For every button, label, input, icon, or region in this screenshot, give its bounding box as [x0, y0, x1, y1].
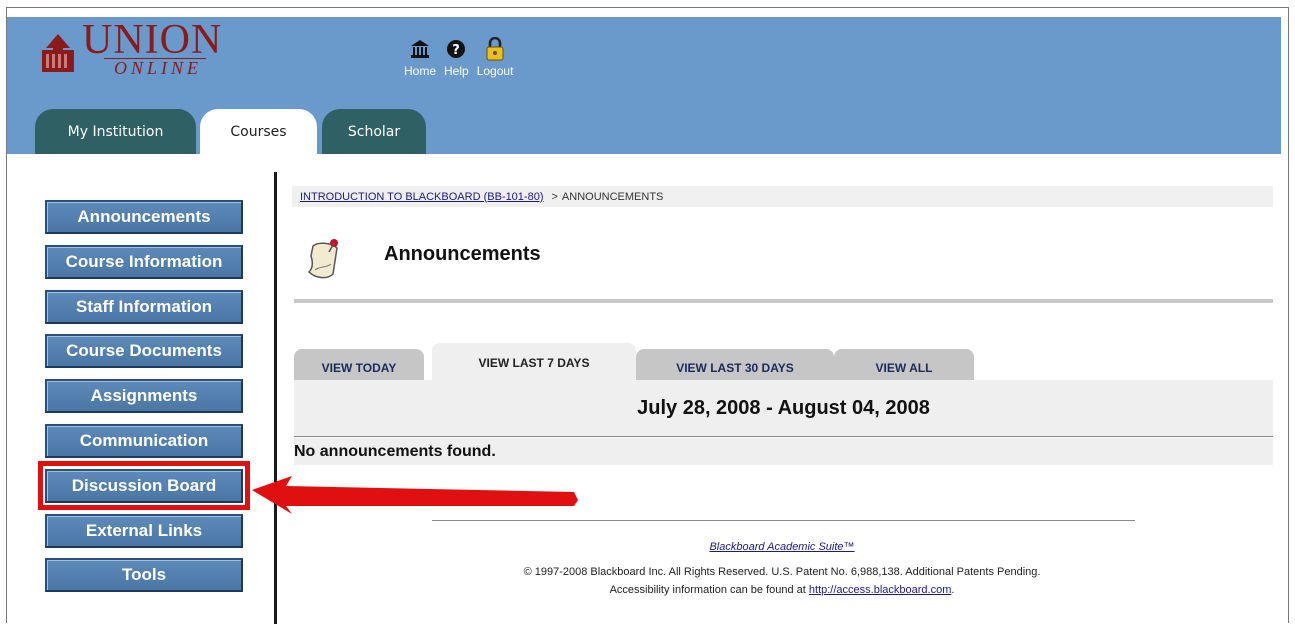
red-arrow-annotation	[252, 476, 578, 514]
footer-copyright: © 1997-2008 Blackboard Inc. All Rights R…	[523, 566, 1041, 578]
nav-announcements-button[interactable]: Announcements	[45, 200, 243, 234]
tab-courses[interactable]: Courses	[200, 109, 317, 154]
logo-online-text: ONLINE	[104, 58, 206, 79]
home-icon	[410, 38, 430, 60]
nav-divider	[274, 172, 277, 624]
home-link[interactable]: Home	[404, 38, 436, 78]
tab-scholar[interactable]: Scholar	[322, 109, 426, 154]
breadcrumb: INTRODUCTION TO BLACKBOARD (BB-101-80) >…	[292, 186, 1273, 207]
svg-text:?: ?	[453, 43, 461, 58]
tab-view-last-30-days[interactable]: VIEW LAST 30 DAYS	[636, 349, 834, 381]
title-divider	[294, 299, 1273, 303]
discussion-board-highlight-box	[38, 461, 250, 510]
top-links: Home ? Help Logout	[404, 37, 514, 78]
tab-view-last-7-days[interactable]: VIEW LAST 7 DAYS	[432, 343, 636, 383]
logo-union-text: UNION	[82, 17, 223, 63]
tab-my-institution[interactable]: My Institution	[35, 109, 196, 154]
tab-view-today[interactable]: VIEW TODAY	[294, 349, 424, 381]
page-title: Announcements	[384, 243, 541, 265]
help-link[interactable]: ? Help	[444, 38, 469, 78]
breadcrumb-separator: >	[551, 190, 558, 203]
lock-icon	[486, 37, 504, 61]
breadcrumb-current: ANNOUNCEMENTS	[561, 190, 664, 203]
suite-link[interactable]: Blackboard Academic Suite™	[709, 541, 854, 553]
help-link-label: Help	[444, 64, 469, 78]
nav-staff-information-button[interactable]: Staff Information	[45, 290, 243, 324]
building-logo-icon	[42, 34, 74, 72]
empty-message: No announcements found.	[294, 438, 1273, 465]
footer-suite: Blackboard Academic Suite™	[0, 541, 1295, 553]
nav-course-information-button[interactable]: Course Information	[45, 245, 243, 279]
tab-view-all[interactable]: VIEW ALL	[834, 349, 974, 381]
accessibility-prefix: Accessibility information can be found a…	[609, 584, 806, 596]
nav-communication-button[interactable]: Communication	[45, 424, 243, 458]
footer-divider	[432, 520, 1135, 521]
nav-assignments-button[interactable]: Assignments	[45, 379, 243, 413]
breadcrumb-course-link[interactable]: INTRODUCTION TO BLACKBOARD (BB-101-80)	[300, 191, 543, 203]
accessibility-suffix: .	[951, 584, 955, 596]
footer-accessibility: Accessibility information can be found a…	[0, 584, 1295, 596]
help-icon: ?	[446, 38, 466, 60]
accessibility-link[interactable]: http://access.blackboard.com	[809, 584, 951, 596]
home-link-label: Home	[404, 64, 437, 78]
logout-link[interactable]: Logout	[476, 37, 514, 78]
logout-link-label: Logout	[476, 64, 514, 78]
nav-course-documents-button[interactable]: Course Documents	[45, 334, 243, 368]
union-online-logo[interactable]: UNION ONLINE	[32, 17, 232, 82]
date-range-header: July 28, 2008 - August 04, 2008	[294, 380, 1273, 437]
announcement-scroll-icon	[307, 239, 338, 279]
